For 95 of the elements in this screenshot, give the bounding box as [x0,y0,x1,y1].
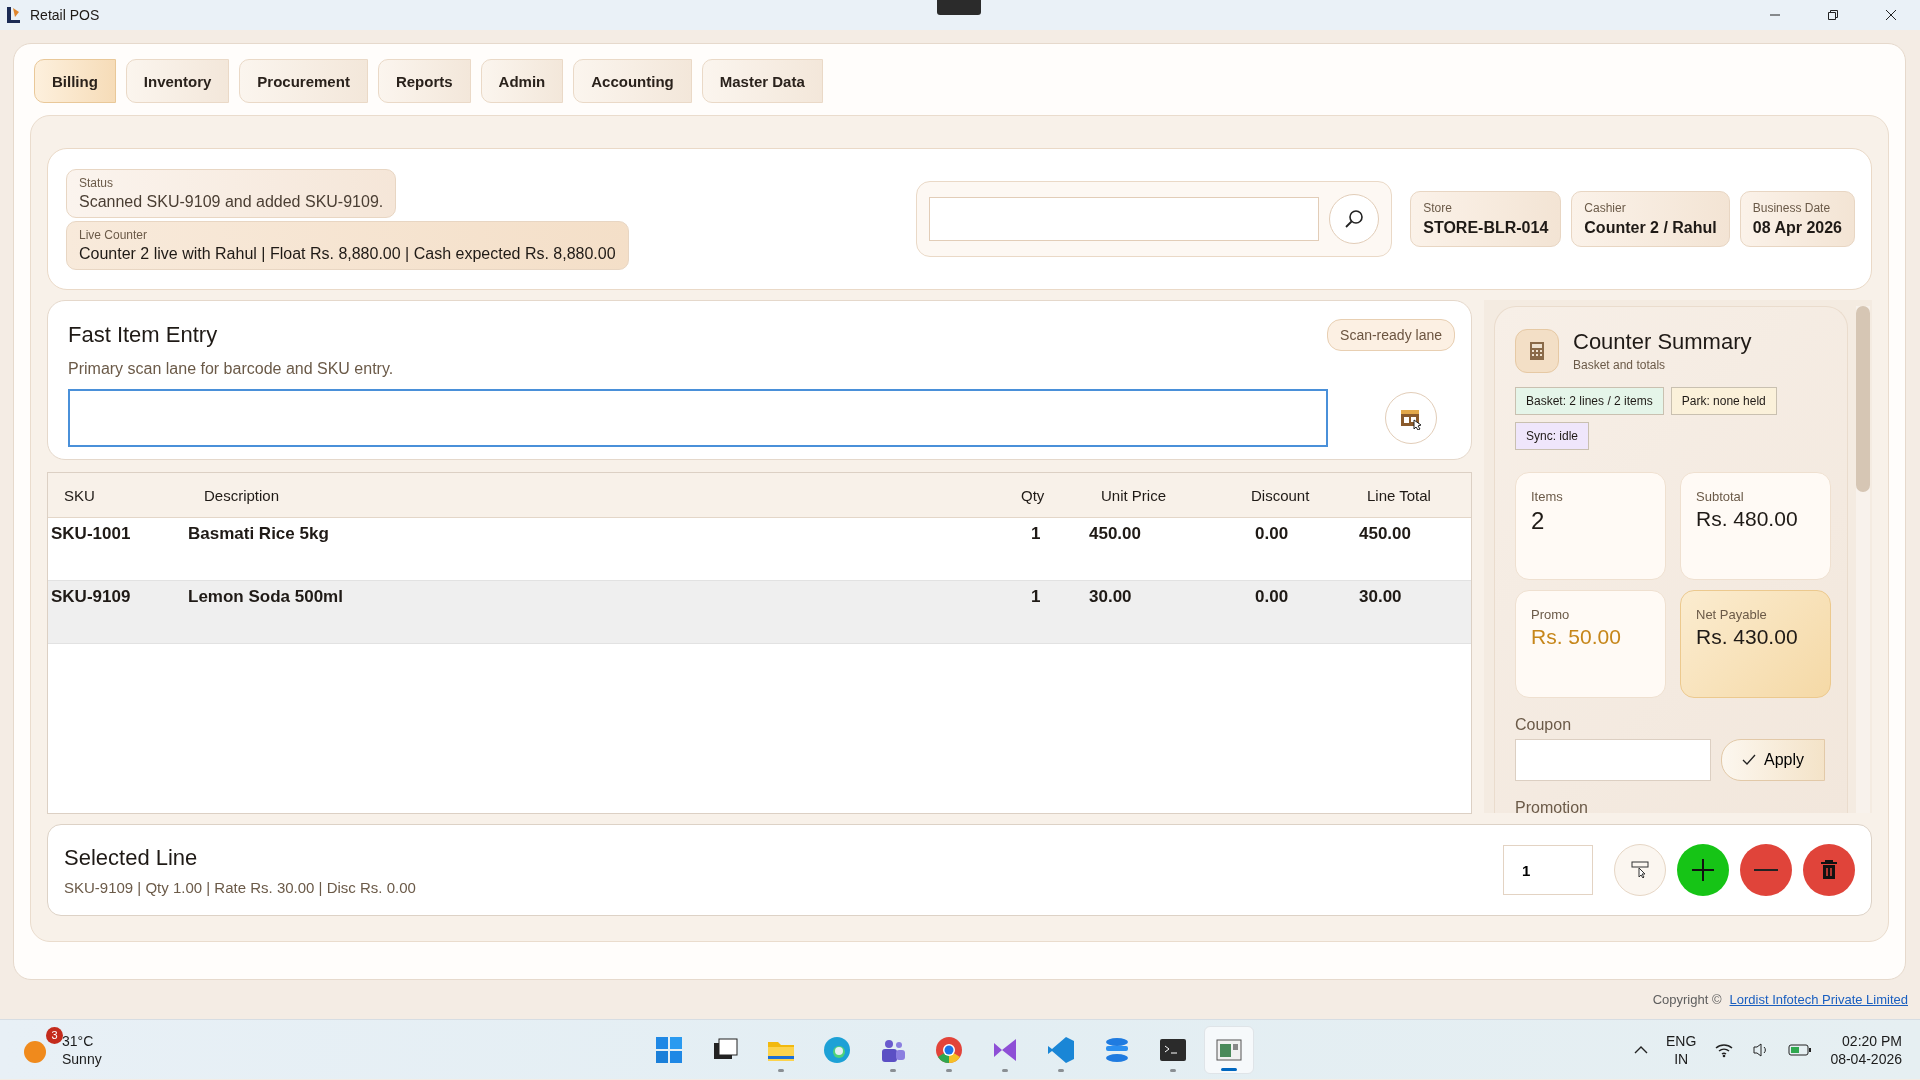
table-cell-text: 0.00 [1254,524,1290,544]
summary-subtitle: Basket and totals [1573,358,1666,372]
clock[interactable]: 02:20 PM 08-04-2026 [1830,1031,1902,1068]
trash-icon [1819,859,1839,881]
column-header: Qty [1020,486,1046,504]
column-header: Line Total [1366,486,1432,504]
chip-value: Counter 2 / Rahul [1584,219,1717,237]
quantity-field[interactable]: 1 [1503,845,1593,895]
temperature: 31°C [62,1031,95,1050]
add-button[interactable] [1677,844,1729,896]
scrollbar-thumb[interactable] [1856,306,1870,492]
search-field[interactable] [929,197,1320,241]
table-cell-text: 450.00 [1088,524,1142,544]
tab[interactable]: Master Data [701,59,823,103]
start-icon [654,1034,684,1065]
status-tag: Basket: 2 lines / 2 items [1515,387,1664,415]
chevron-up-icon[interactable] [1634,1044,1649,1055]
window-title: Retail POS [30,7,100,23]
summary-title: Counter Summary [1573,329,1752,355]
metric-label: Items [1531,489,1564,504]
weather-icon[interactable] [24,1040,46,1063]
table-cell-text: 1 [1030,587,1042,607]
tab[interactable]: Procurement [239,59,368,103]
status-tag: Sync: idle [1515,422,1590,450]
live-counter-label: Live Counter [79,227,149,242]
restore-icon [1827,9,1839,21]
tab[interactable]: Billing [34,59,116,103]
search-icon [1343,208,1366,230]
table-row[interactable]: SKU-9109 Lemon Soda 500ml 1 30.00 0.00 30.00 [48,581,1471,644]
metric-value: Rs. 50.00 [1531,625,1622,649]
chip-value: 08 Apr 2026 [1752,219,1842,237]
table-cell-text: SKU-9109 [50,587,132,607]
column-header: Discount [1250,486,1311,504]
live-counter-text: Counter 2 live with Rahul | Float Rs. 8,880.00 | Cash expected Rs. 8,880.00 [79,244,616,263]
chip-label: Cashier [1584,201,1627,215]
table-cell-text: 450.00 [1358,524,1412,544]
catalog-button[interactable] [1385,392,1437,444]
table-cell-text: 30.00 [1358,587,1403,607]
table-cell-text: 0.00 [1254,587,1290,607]
tab[interactable]: Inventory [125,59,230,103]
status-badge: Scan-ready lane [1327,319,1455,351]
table-cell-text: 1 [1030,524,1042,544]
chip-label: Store [1423,201,1453,215]
edit-icon [1629,859,1651,881]
table-cell-text: Lemon Soda 500ml [188,587,344,607]
metric-label: Subtotal [1696,489,1745,504]
remove-button[interactable] [1740,844,1792,896]
minimize-icon [1769,14,1781,16]
edit-button[interactable] [1614,844,1666,896]
status-label: Status [79,175,115,190]
column-header: Unit Price [1100,486,1168,504]
status-message: Scanned SKU-9109 and added SKU-9109. [79,192,384,211]
line-details: SKU-9109 | Qty 1.00 | Rate Rs. 30.00 | Disc Rs. 0.00 [64,878,417,896]
section-title: Fast Item Entry [68,322,218,348]
chip-label: Business Date [1752,201,1832,215]
delete-button[interactable] [1803,844,1855,896]
section-subtitle: Primary scan lane for barcode and SKU entry. [68,360,395,378]
table-cell-text: SKU-1001 [50,524,132,544]
table-cell-text: 30.00 [1088,587,1133,607]
code-editor-icon [1046,1034,1076,1065]
section-heading: Promotion [1515,799,1589,813]
company-link[interactable]: Lordist Infotech Private Limited [1729,992,1908,1007]
battery-icon[interactable] [1788,1042,1813,1057]
metric-label: Promo [1531,607,1571,622]
weather-condition: Sunny [62,1049,102,1068]
copyright-text: Copyright © [1652,992,1722,1007]
close-icon [1885,9,1897,21]
column-header: Description [203,486,281,504]
section-title: Selected Line [64,844,199,871]
apply-button[interactable]: Apply [1721,739,1826,781]
scan-field[interactable] [68,389,1328,447]
notification-badge: 3 [46,1026,63,1044]
browser-icon [934,1034,964,1065]
wifi-icon[interactable] [1714,1041,1735,1058]
status-tag: Park: none held [1670,387,1777,415]
plus-icon [1690,857,1716,883]
metric-value: 2 [1531,507,1546,535]
snap-handle[interactable] [937,0,981,15]
metric-value: Rs. 480.00 [1696,507,1799,531]
minus-icon [1754,869,1778,871]
coupon-field[interactable] [1515,739,1711,781]
column-header: SKU [63,486,96,504]
check-icon [1742,754,1756,766]
metric-label: Net Payable [1696,607,1768,622]
metric-value: Rs. 430.00 [1696,625,1799,649]
search-button[interactable] [1329,194,1380,244]
chip-value: STORE-BLR-014 [1423,219,1549,237]
calculator-icon [1515,329,1559,373]
coupon-label: Coupon [1515,716,1573,734]
tab[interactable]: Admin [480,59,564,103]
language-indicator[interactable]: ENG IN [1666,1031,1697,1068]
tab[interactable]: Reports [377,59,471,103]
table-cell-text: Basmati Rice 5kg [188,524,330,544]
tab[interactable]: Accounting [573,59,692,103]
browser-icon [822,1034,852,1065]
